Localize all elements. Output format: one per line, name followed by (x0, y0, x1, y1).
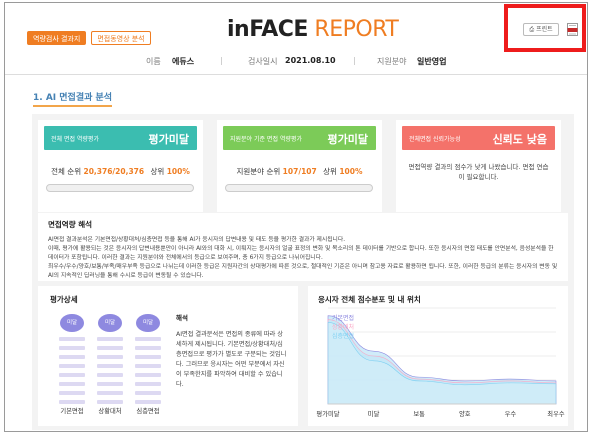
legend-entry: 심층면접 (332, 332, 354, 340)
info-divider: | (220, 56, 223, 65)
header-divider (5, 74, 587, 75)
legend-entry: 기본면접 (332, 314, 354, 322)
brand-bold-text: inFACE (227, 17, 308, 42)
deep-interview-column: 미달 (128, 314, 168, 404)
legend-entry: 상황대처 (332, 323, 354, 331)
rank-line: 지원분야 순위 107/107 상위 100% (217, 166, 382, 177)
level-stripe (59, 382, 85, 386)
tab-assessment-result[interactable]: 역량검사 결과지 (27, 31, 87, 45)
level-stripe (135, 373, 161, 377)
level-stripe (97, 391, 123, 395)
top-label: 상위 (323, 167, 337, 176)
level-stripe (135, 346, 161, 350)
report-tabs: 역량검사 결과지 면접동영상 분석 (27, 31, 151, 45)
level-stripe (97, 400, 123, 404)
card-label: 전체 면접 역량평가 (51, 136, 99, 143)
level-stripe (97, 346, 123, 350)
level-stripe (135, 382, 161, 386)
interpretation-line: 최우수/우수/양호/보통/부족/매우부족 등급으로 나뉘는데 이러한 등급은 지… (48, 264, 558, 279)
reliability-text: 면접역량 결과의 점수가 낮게 나왔습니다. 면접 연습이 필요합니다. (408, 163, 549, 181)
column-label: 심층면접 (136, 408, 160, 415)
rank-progress-bar (225, 184, 373, 192)
top-label: 상위 (150, 167, 165, 176)
column-label: 기본면접 (60, 408, 84, 415)
level-stripe (59, 400, 85, 404)
detail-text: AI면접 결과분석은 면접의 종류에 따라 상세하게 제시됩니다. 기본면접/상… (176, 331, 287, 388)
card-grade: 평가미달 (148, 133, 189, 146)
report-logo: inFACE REPORT (227, 17, 399, 42)
x-tick-label: 양호 (459, 410, 471, 418)
level-stripe (59, 364, 85, 368)
column-label: 상황대처 (98, 408, 122, 415)
level-stripe (97, 364, 123, 368)
field-label: 지원분야 (377, 57, 407, 66)
field-evaluation-card: 지원분야 기준 면접 역량평가 평가미달 지원분야 순위 107/107 상위 … (217, 120, 382, 212)
interpretation-line: 이때, 평가에 활용되는 것은 응시자의 답변내용뿐만이 아니라 AI와의 대화… (48, 246, 554, 261)
card-label: 전체면접 신뢰가능성 (409, 136, 461, 143)
grade-badge: 미달 (136, 314, 160, 332)
distribution-chart: 평가미달 미달 보통 양호 우수 최우수 기본면접상황대처심층면접 (316, 307, 565, 418)
situation-column: 미달 (90, 314, 130, 404)
rank-value: 107/107 (282, 167, 317, 176)
card-grade: 평가미달 (327, 133, 368, 146)
rank-label: 전체 순위 (51, 167, 82, 176)
x-tick-label: 우수 (505, 410, 517, 418)
level-stripe (135, 391, 161, 395)
level-stripe (59, 346, 85, 350)
detail-subtitle: 해석 (176, 314, 188, 322)
interpretation-box: 면접역량 해석 AI면접 결과분석은 기본면접/상황대처/심층면접 등을 통해 … (38, 213, 568, 281)
grade-badge: 미달 (60, 314, 84, 332)
level-stripe (97, 355, 123, 359)
x-tick-label: 미달 (368, 409, 380, 418)
x-tick-label: 보통 (413, 410, 425, 418)
name-label: 이름 (146, 57, 161, 66)
interpretation-title: 면접역량 해석 (48, 220, 93, 229)
date-value: 2021.08.10 (285, 56, 336, 65)
x-tick-label: 최우수 (547, 409, 565, 418)
candidate-info: 이름 에듀스 | 검사일시 2021.08.10 | 지원분야 일반영업 (5, 56, 587, 68)
rank-line: 전체 순위 20,376/20,376 상위 100% (38, 166, 203, 177)
card-header: 지원분야 기준 면접 역량평가 평가미달 (223, 126, 376, 150)
level-stripe (135, 355, 161, 359)
date-label: 검사일시 (248, 57, 278, 66)
level-stripe (97, 373, 123, 377)
card-label: 지원분야 기준 면접 역량평가 (230, 136, 302, 143)
level-stripe (135, 337, 161, 341)
card-grade: 신뢰도 낮음 (492, 133, 547, 146)
tab-video-analysis[interactable]: 면접동영상 분석 (91, 31, 151, 45)
detail-title: 평가상세 (50, 295, 78, 304)
level-stripe (59, 373, 85, 377)
info-divider: | (353, 56, 356, 65)
grade-badge: 미달 (98, 314, 122, 332)
level-stripe (135, 400, 161, 404)
brand-light-text: REPORT (314, 17, 399, 42)
x-tick-label: 평가미달 (316, 409, 339, 418)
card-header: 전체 면접 역량평가 평가미달 (44, 126, 197, 150)
level-stripe (97, 382, 123, 386)
overall-evaluation-card: 전체 면접 역량평가 평가미달 전체 순위 20,376/20,376 상위 1… (38, 120, 203, 212)
rank-label: 지원분야 순위 (236, 167, 281, 176)
series-area (327, 322, 557, 405)
rank-value: 20,376/20,376 (83, 167, 145, 176)
level-stripe (59, 337, 85, 341)
top-value: 100% (166, 167, 190, 176)
name-value: 에듀스 (172, 57, 195, 66)
rank-progress-bar (46, 184, 194, 192)
reliability-card: 전체면접 신뢰가능성 신뢰도 낮음 면접역량 결과의 점수가 낮게 나왔습니다.… (396, 120, 561, 212)
level-stripe (97, 337, 123, 341)
basic-interview-column: 미달 (52, 314, 92, 404)
evaluation-detail-box: 평가상세 미달 미달 미달 기본면접 상황대처 심층면접 해석 AI면접 결과분… (38, 286, 298, 426)
interpretation-line: AI면접 결과분석은 기본면접/상황대처/심층면접 등을 통해 AI가 응시자의… (48, 237, 346, 243)
level-stripe (59, 355, 85, 359)
level-stripe (59, 391, 85, 395)
highlight-box (504, 4, 586, 52)
section-title: 1. AI 면접결과 분석 (33, 90, 113, 107)
level-stripe (135, 364, 161, 368)
report-frame: 역량검사 결과지 면접동영상 분석 inFACE REPORT ⎙ 프린트 이름… (4, 2, 588, 432)
score-distribution-box: 응시자 전체 점수분포 및 내 위치 평가미달 미달 보통 양호 우수 최우수 기본면접 상황… (308, 286, 568, 426)
top-value: 100% (339, 167, 363, 176)
card-header: 전체면접 신뢰가능성 신뢰도 낮음 (402, 126, 555, 150)
field-value: 일반영업 (417, 57, 447, 66)
